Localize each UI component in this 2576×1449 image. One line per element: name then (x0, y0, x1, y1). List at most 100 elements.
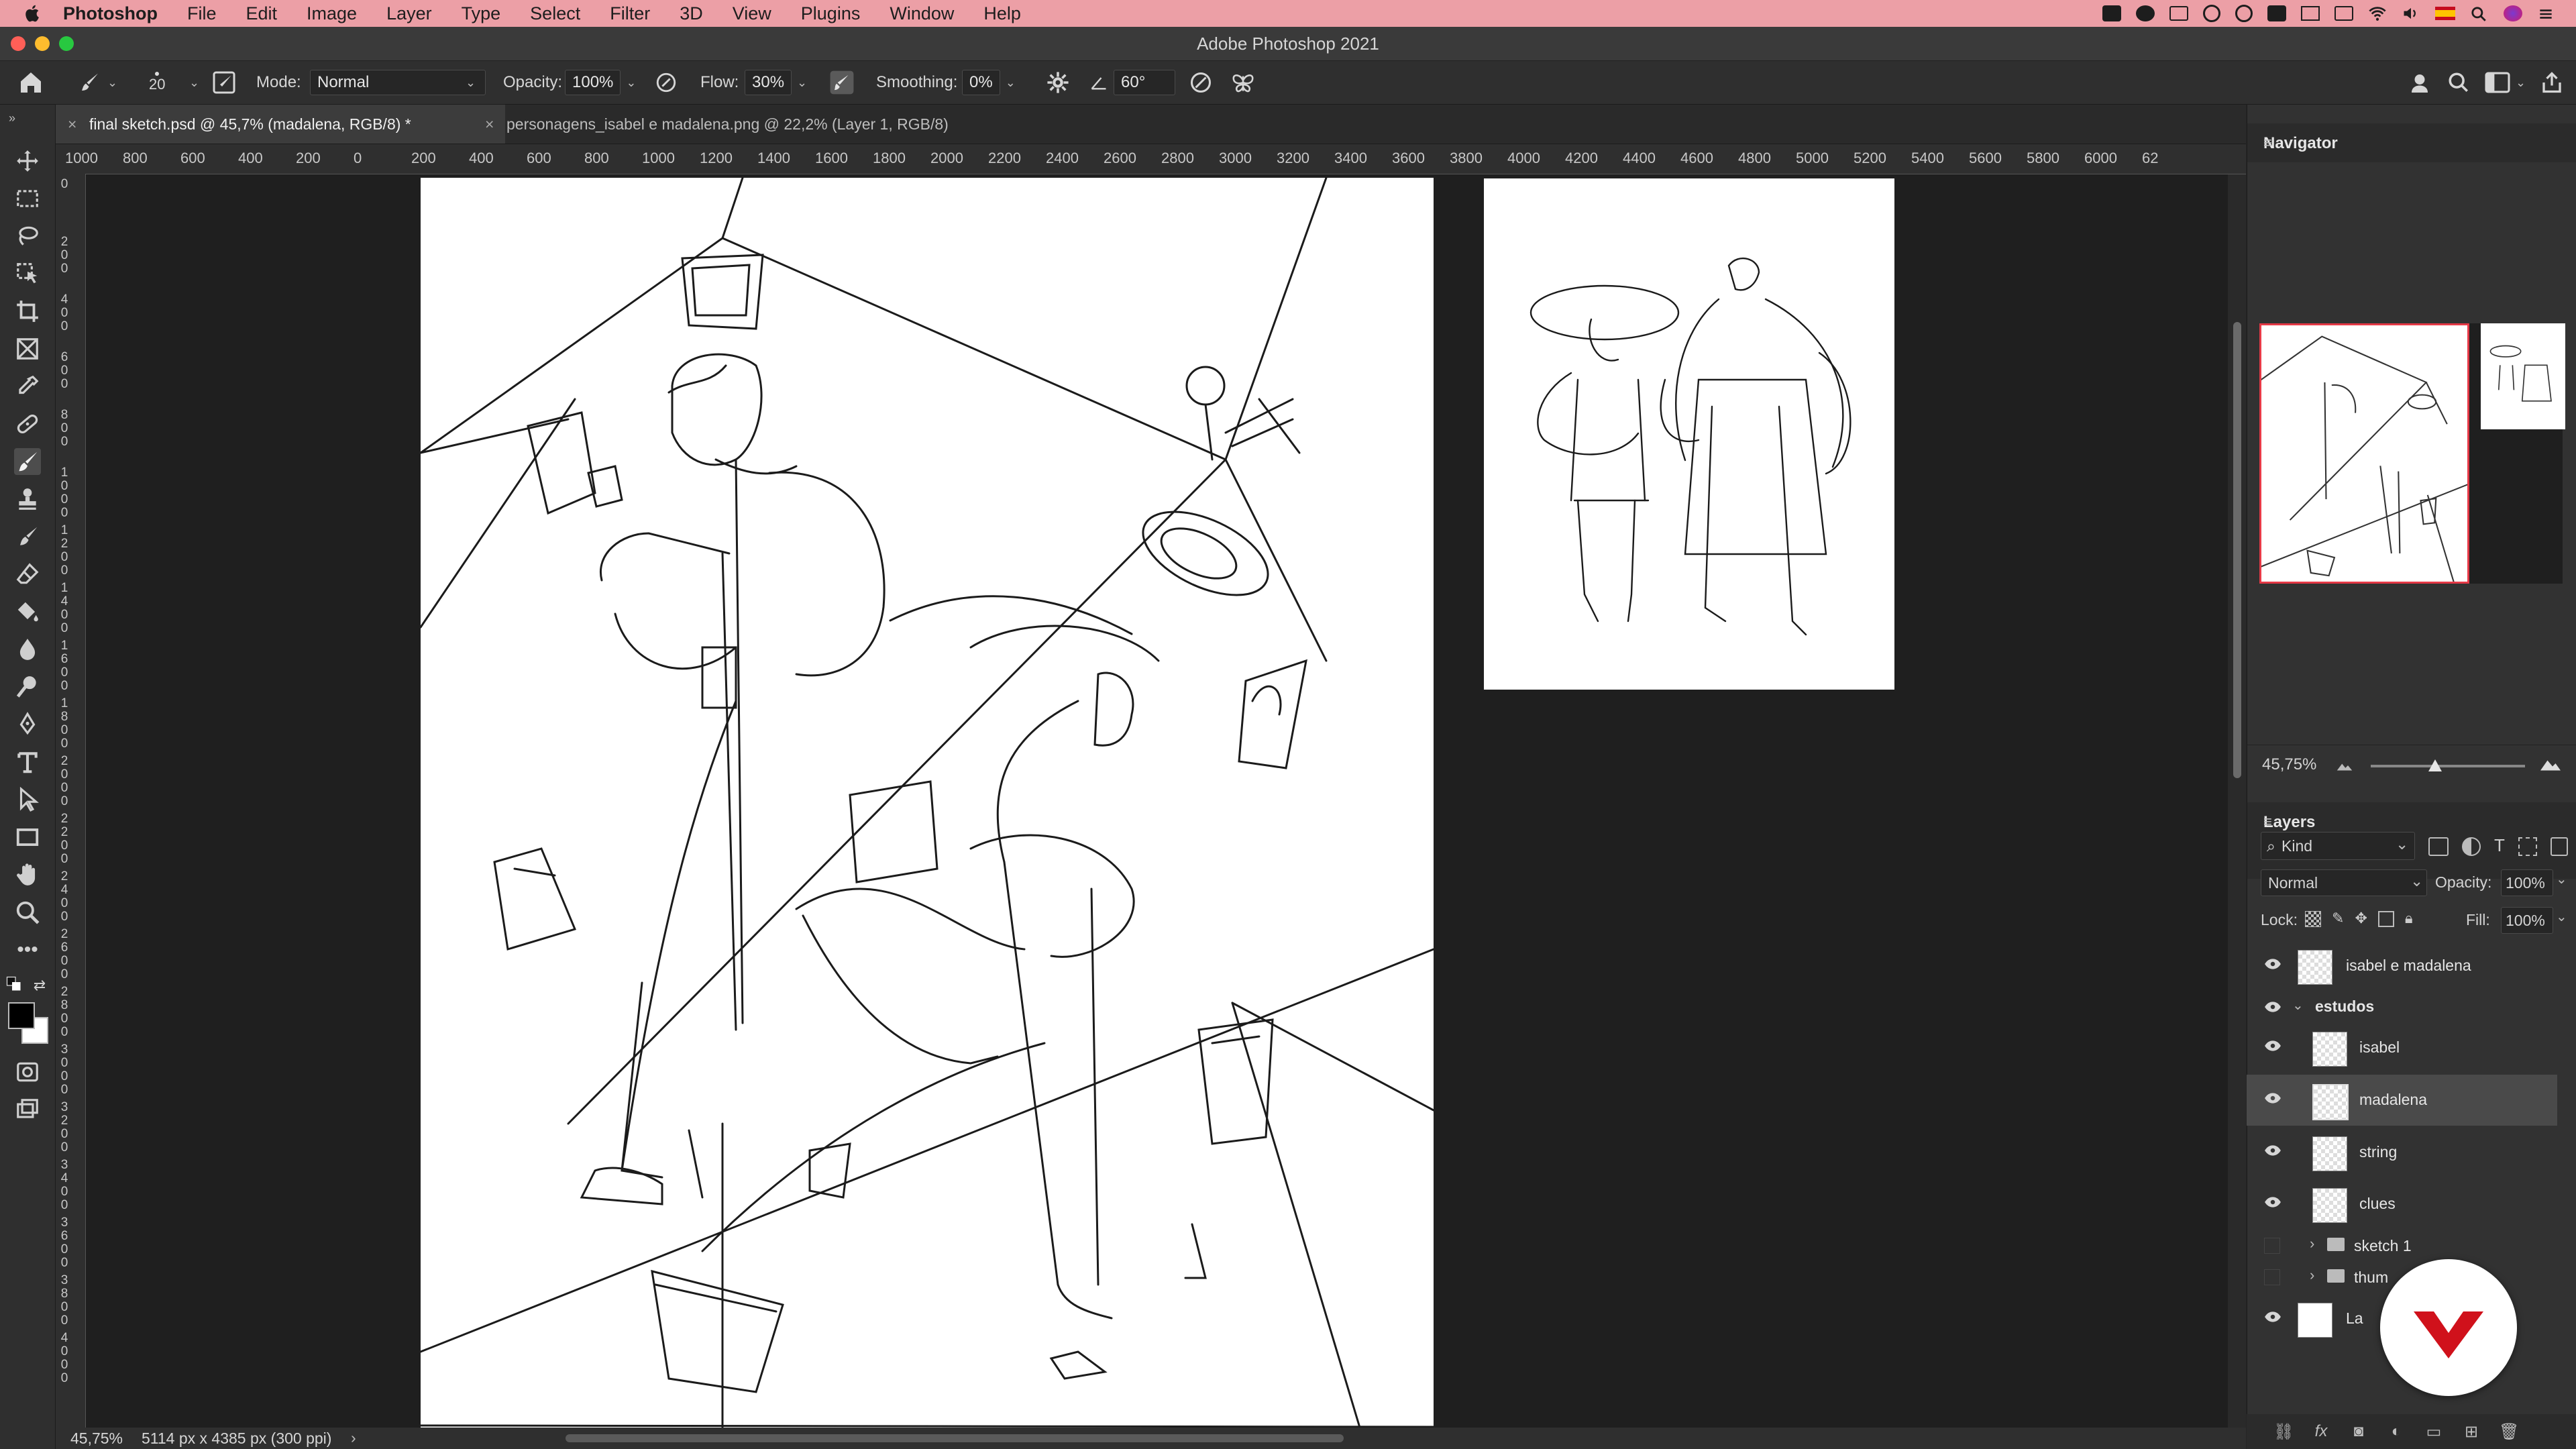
adjustment-filter-icon[interactable] (2462, 837, 2481, 856)
minimize-window-button[interactable] (35, 36, 50, 51)
menu-layer[interactable]: Layer (386, 3, 432, 24)
wifi-icon[interactable] (2368, 5, 2387, 21)
layer-opacity-value[interactable]: 100% (2501, 869, 2553, 896)
close-window-button[interactable] (11, 36, 25, 51)
history-brush-tool[interactable] (14, 523, 41, 550)
path-selection-tool[interactable] (14, 786, 41, 813)
lock-transparency-icon[interactable] (2305, 911, 2321, 927)
frame-tool[interactable] (14, 335, 41, 362)
menu-file[interactable]: File (187, 3, 217, 24)
menu-app-name[interactable]: Photoshop (63, 3, 158, 24)
eye-icon[interactable] (2264, 1092, 2282, 1104)
expand-toolbar-icon[interactable]: » (4, 110, 20, 126)
object-selection-tool[interactable] (14, 260, 41, 287)
rectangle-tool[interactable] (14, 824, 41, 851)
hidden-visibility-box[interactable] (2264, 1238, 2280, 1254)
type-filter-icon[interactable]: T (2494, 837, 2505, 856)
fill-value[interactable]: 100% (2501, 907, 2553, 934)
flow-field[interactable]: 30% ⌄ (745, 61, 807, 104)
lock-all-icon[interactable]: 🔒︎ (2405, 911, 2413, 927)
trash-icon[interactable]: 🗑︎ (2499, 1422, 2519, 1441)
home-button[interactable] (17, 61, 44, 104)
smoothing-options-button[interactable] (1046, 61, 1069, 104)
layer-group-sketch-1[interactable]: › sketch 1 (2247, 1230, 2557, 1260)
new-layer-icon[interactable]: ⊞ (2461, 1422, 2481, 1441)
pixel-filter-icon[interactable] (2428, 837, 2449, 856)
navigator-view-frame[interactable] (2259, 323, 2469, 584)
camera-icon[interactable] (2235, 5, 2253, 22)
swap-colors-icon[interactable]: ⇄ (30, 975, 50, 996)
dodge-tool[interactable] (14, 674, 41, 700)
eye-icon[interactable] (2264, 1001, 2282, 1013)
crop-tool[interactable] (14, 298, 41, 325)
search-icon[interactable] (2470, 5, 2489, 21)
menu-edit[interactable]: Edit (246, 3, 278, 24)
pressure-opacity-toggle[interactable] (655, 61, 678, 104)
lock-position-icon[interactable]: ✥ (2355, 911, 2367, 927)
zoom-tool[interactable] (14, 899, 41, 926)
quick-mask-button[interactable] (14, 1059, 41, 1085)
menu-help[interactable]: Help (983, 3, 1021, 24)
navigator-panel-header[interactable]: Navigator ≡ (2247, 123, 2576, 162)
foreground-color-swatch[interactable] (8, 1002, 35, 1029)
status-menu-arrow[interactable]: › (351, 1429, 356, 1447)
zoom-slider-thumb[interactable] (2428, 759, 2442, 771)
siri-icon[interactable] (2504, 5, 2522, 21)
add-mask-icon[interactable]: ◙ (2349, 1422, 2369, 1441)
share-user-button[interactable] (2410, 61, 2434, 104)
opacity-field[interactable]: 100% ⌄ (565, 61, 636, 104)
menu-3d[interactable]: 3D (680, 3, 703, 24)
airplay-icon[interactable] (2334, 6, 2353, 21)
script-icon[interactable] (2267, 5, 2286, 21)
layer-row-madalena[interactable]: madalena (2247, 1075, 2557, 1126)
layer-filter-select[interactable]: ⌕ Kind ⌄ (2261, 832, 2415, 860)
eye-icon[interactable] (2264, 1040, 2282, 1052)
panel-menu-icon[interactable]: ≡ (2263, 813, 2277, 830)
hidden-visibility-box[interactable] (2264, 1269, 2280, 1285)
share-button[interactable] (2540, 61, 2564, 104)
paint-bucket-tool[interactable] (14, 598, 41, 625)
eye-icon[interactable] (2264, 1144, 2282, 1157)
panel-menu-icon[interactable]: ≡ (2263, 134, 2277, 152)
tab-personagens[interactable]: × personagens_isabel e madalena.png @ 22… (473, 105, 1070, 144)
layer-group-estudos[interactable]: ⌄ estudos (2247, 991, 2557, 1021)
mode-select[interactable]: Normal ⌄ (310, 61, 486, 104)
volume-icon[interactable] (2402, 5, 2420, 21)
type-tool[interactable] (14, 749, 41, 775)
chevron-right-icon[interactable]: › (2310, 1235, 2314, 1252)
control-center-icon[interactable] (2537, 5, 2556, 21)
menu-type[interactable]: Type (462, 3, 501, 24)
brush-tool[interactable] (14, 448, 41, 475)
floating-logo-badge[interactable] (2380, 1259, 2517, 1396)
navigator-zoom[interactable]: 45,75% (2262, 755, 2316, 774)
blur-tool[interactable] (14, 636, 41, 663)
hand-tool[interactable] (14, 861, 41, 888)
blend-mode-select[interactable]: Normal ⌄ (2261, 869, 2427, 896)
airbrush-toggle[interactable] (829, 61, 855, 104)
chevron-down-icon[interactable]: ⌄ (2556, 908, 2567, 925)
layer-row-clues[interactable]: clues (2247, 1179, 2557, 1230)
marquee-tool[interactable] (14, 185, 41, 212)
menu-plugins[interactable]: Plugins (801, 3, 861, 24)
canvas-area[interactable] (86, 174, 2246, 1428)
brush-angle-control[interactable]: 60° (1089, 61, 1175, 104)
default-colors-icon[interactable] (5, 975, 25, 996)
pressure-size-toggle[interactable] (1189, 61, 1213, 104)
creative-cloud-icon[interactable] (2136, 5, 2155, 21)
zoom-level[interactable]: 45,75% (70, 1430, 123, 1448)
lasso-tool[interactable] (14, 223, 41, 250)
eye-icon[interactable] (2264, 1196, 2282, 1208)
document-canvas[interactable] (419, 176, 1435, 1428)
clone-stamp-tool[interactable] (14, 486, 41, 513)
adjustment-layer-icon[interactable]: ◐ (2386, 1422, 2406, 1441)
lock-pixels-icon[interactable]: ✎ (2332, 911, 2344, 927)
screen-record-icon[interactable] (2102, 5, 2121, 21)
pen-tool[interactable] (14, 711, 41, 738)
fx-icon[interactable]: fx (2311, 1422, 2331, 1441)
search-button[interactable] (2447, 61, 2470, 104)
display-icon[interactable] (2301, 6, 2320, 21)
sync-icon[interactable] (2203, 5, 2220, 22)
smart-object-filter-icon[interactable] (2550, 837, 2568, 856)
menu-filter[interactable]: Filter (610, 3, 650, 24)
tab-final-sketch[interactable]: × final sketch.psd @ 45,7% (madalena, RG… (56, 105, 505, 144)
